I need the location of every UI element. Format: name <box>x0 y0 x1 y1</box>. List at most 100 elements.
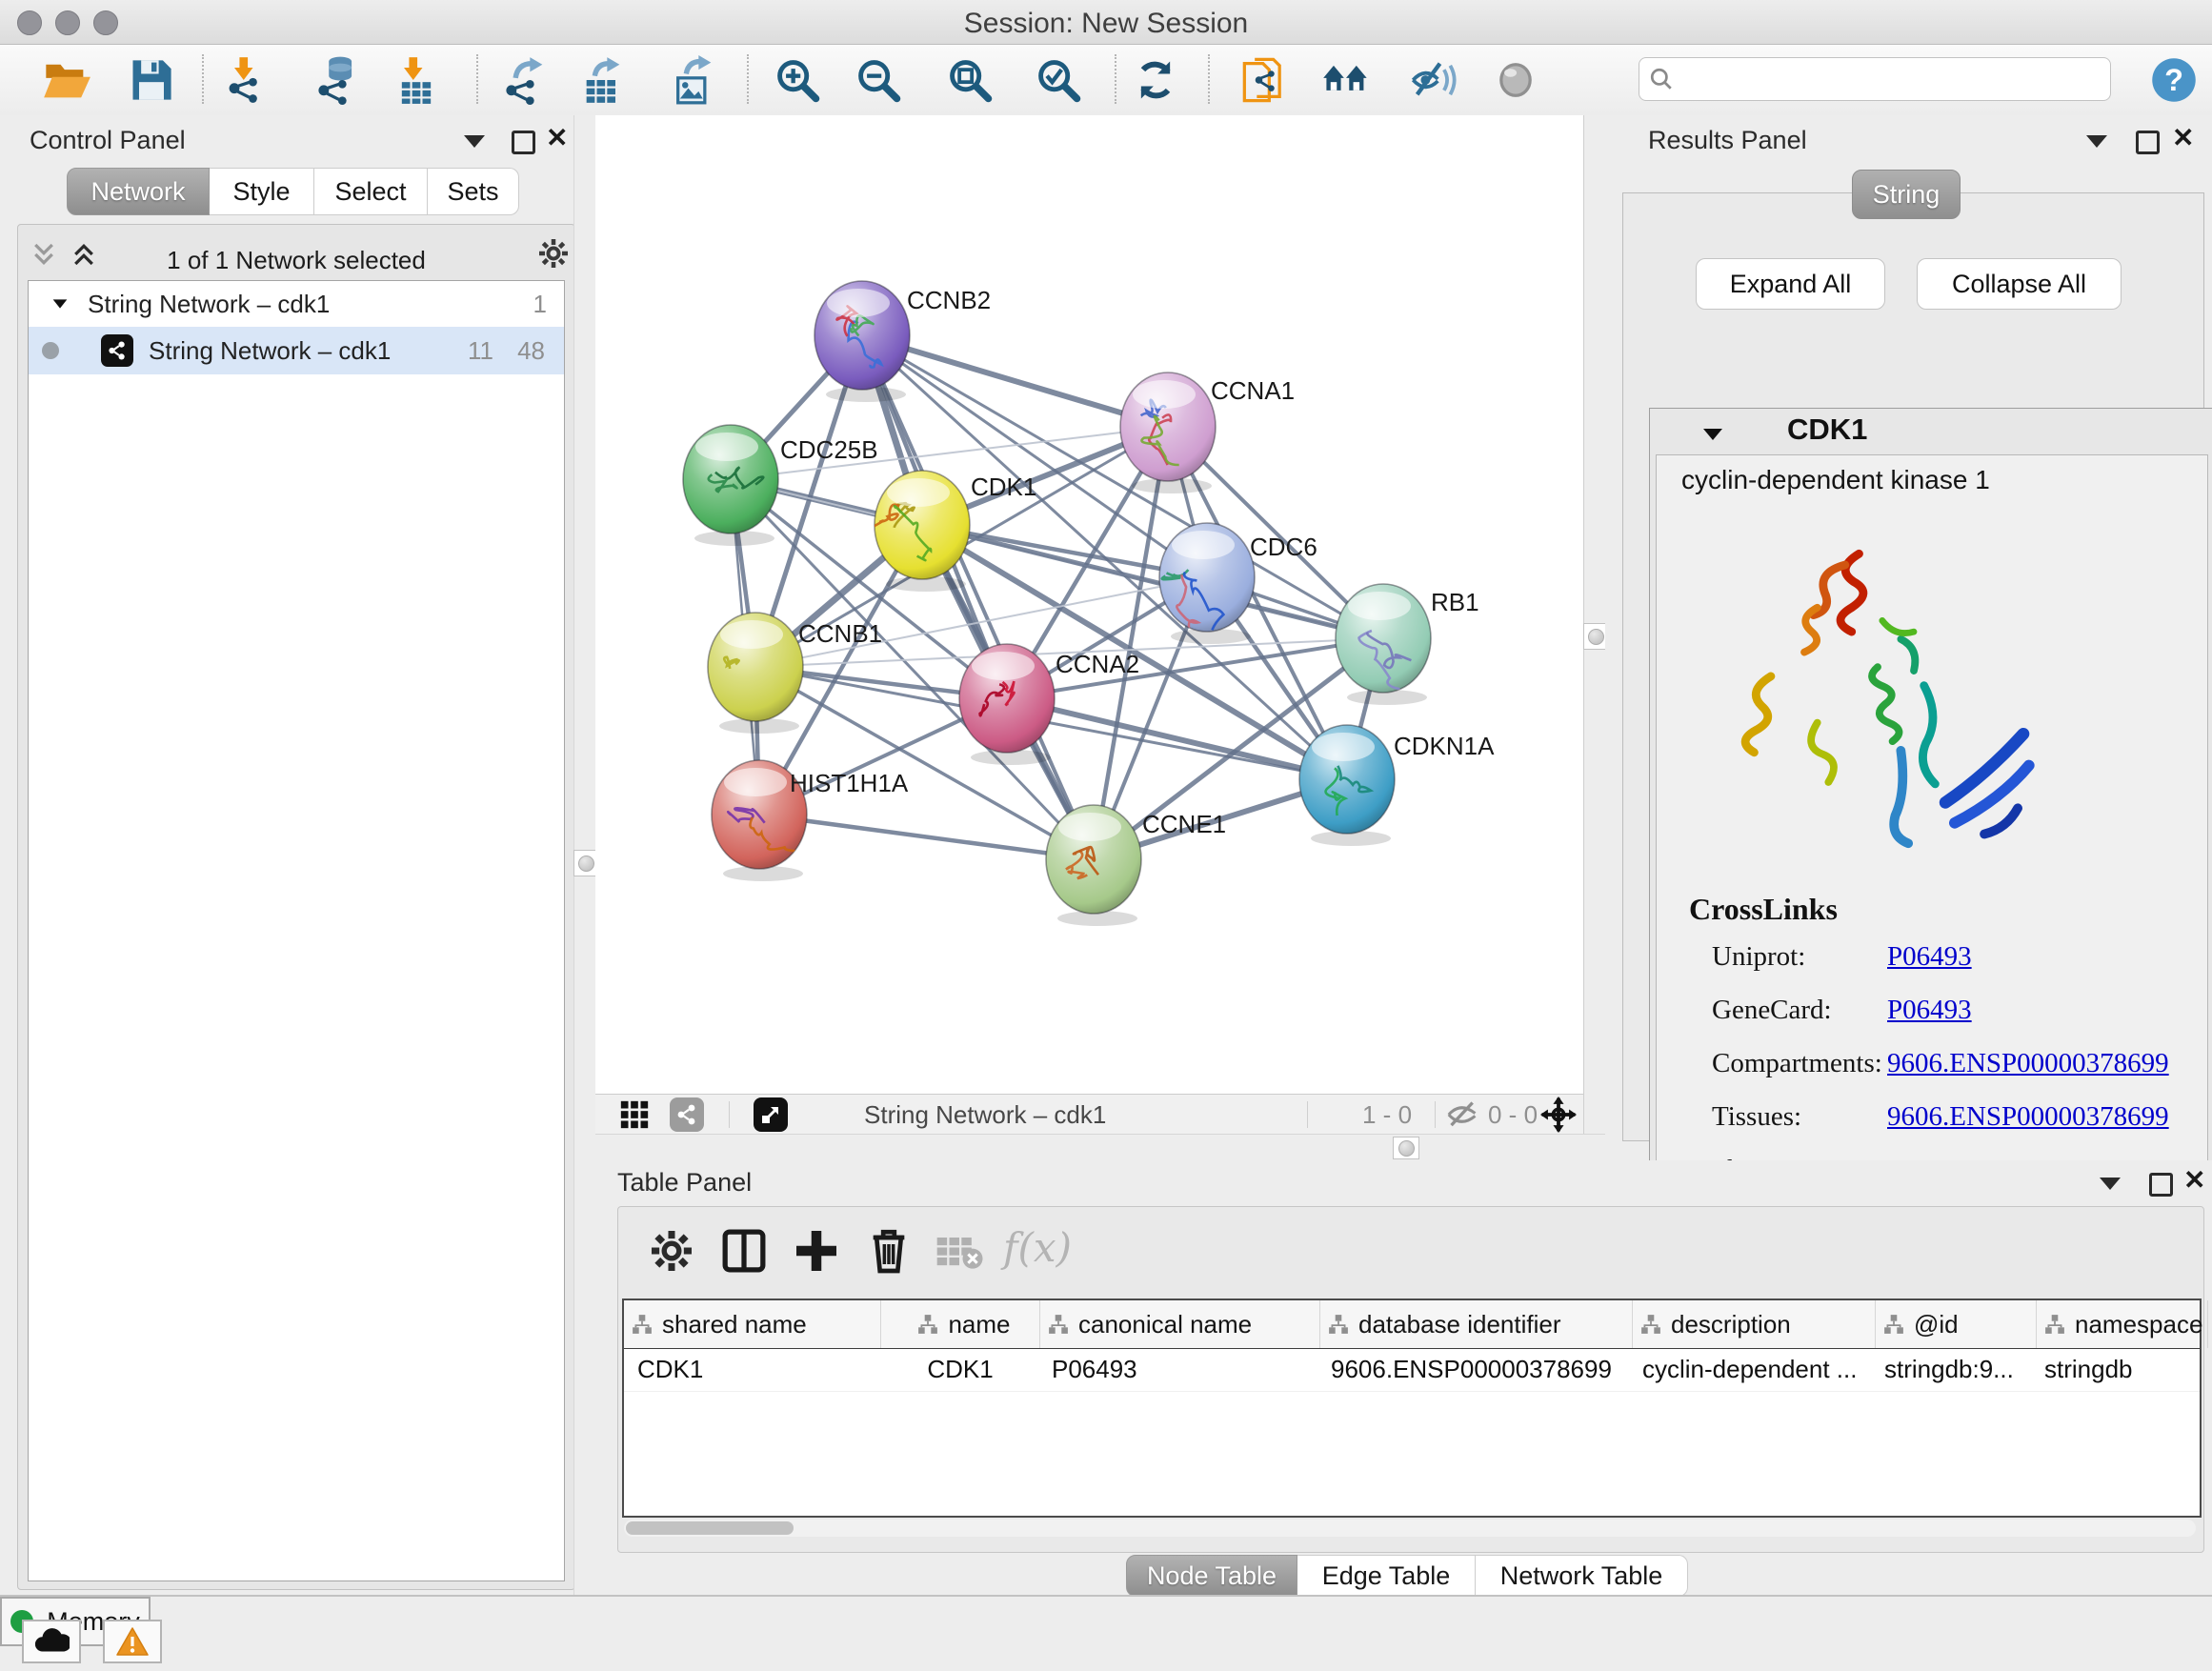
panel-menu-icon[interactable] <box>464 135 489 160</box>
horizontal-scrollbar[interactable] <box>624 1520 2196 1537</box>
vertical-splitter[interactable] <box>573 115 597 1595</box>
import-network-from-file-icon[interactable] <box>222 54 271 106</box>
export-table-icon[interactable] <box>578 54 628 106</box>
table-cell[interactable]: stringdb:9... <box>1871 1349 2031 1391</box>
table-cell[interactable]: CDK1 <box>880 1349 1038 1391</box>
search-input[interactable] <box>1674 60 2110 98</box>
panel-menu-icon[interactable] <box>2100 1178 2124 1202</box>
column-header[interactable]: shared name <box>624 1300 881 1348</box>
add-column-icon[interactable] <box>790 1222 843 1279</box>
column-header[interactable]: canonical name <box>1040 1300 1320 1348</box>
column-header[interactable]: database identifier <box>1320 1300 1633 1348</box>
delete-column-icon[interactable] <box>862 1222 915 1279</box>
control-panel: Control Panel ✕ Network Style Select Set… <box>0 115 573 1595</box>
fit-selected-icon[interactable] <box>1540 1097 1577 1133</box>
table-settings-gear-icon[interactable] <box>645 1222 698 1279</box>
crosslink-link[interactable]: P06493 <box>1887 995 1972 1026</box>
scrollbar-thumb[interactable] <box>626 1521 794 1535</box>
node-label-CCNA1: CCNA1 <box>1211 376 1295 405</box>
node-CDC25B[interactable] <box>683 425 778 546</box>
show-columns-icon[interactable] <box>717 1222 771 1279</box>
node-CDKN1A[interactable] <box>1299 725 1395 846</box>
export-image-icon[interactable] <box>670 54 719 106</box>
crosslink-link[interactable]: 9606.ENSP00000378699 <box>1887 1048 2169 1079</box>
hide-panels-icon[interactable] <box>1409 54 1458 106</box>
panel-close-icon[interactable]: ✕ <box>546 127 571 151</box>
save-session-icon[interactable] <box>127 54 176 106</box>
node-CCNA1[interactable] <box>1120 372 1216 493</box>
tab-sets[interactable]: Sets <box>428 168 519 215</box>
import-table-from-file-icon[interactable] <box>392 54 441 106</box>
crosslink-link[interactable]: P06493 <box>1887 941 1972 973</box>
section-collapse-icon[interactable] <box>1701 424 1724 445</box>
column-header[interactable]: namespace <box>2037 1300 2208 1348</box>
table-cell[interactable]: CDK1 <box>624 1349 880 1391</box>
open-session-icon[interactable] <box>42 54 91 106</box>
svg-text:?: ? <box>2164 63 2183 97</box>
panel-float-icon[interactable] <box>512 131 536 155</box>
node-RB1[interactable] <box>1336 584 1431 705</box>
refresh-icon[interactable] <box>1131 54 1180 106</box>
zoom-out-icon[interactable] <box>854 54 903 106</box>
network-document-icon[interactable] <box>1240 54 1290 106</box>
vertical-splitter[interactable] <box>1583 115 1607 1140</box>
tab-string[interactable]: String <box>1852 170 1961 219</box>
table-cell[interactable]: cyclin-dependent ... <box>1629 1349 1871 1391</box>
network-collection-row[interactable]: String Network – cdk1 1 <box>29 281 564 327</box>
grid-view-icon[interactable] <box>618 1098 651 1131</box>
search-icon <box>1649 67 1674 91</box>
table-row[interactable]: CDK1CDK1P064939606.ENSP00000378699cyclin… <box>624 1349 2200 1392</box>
panel-float-icon[interactable] <box>2136 131 2161 155</box>
eye-icon[interactable] <box>1491 54 1540 106</box>
table-cell[interactable]: P06493 <box>1038 1349 1317 1391</box>
string-view-icon[interactable] <box>670 1097 704 1132</box>
help-icon[interactable]: ? <box>2149 54 2199 106</box>
window-title: Session: New Session <box>0 8 2212 40</box>
birds-eye-view-icon[interactable] <box>754 1097 788 1132</box>
warnings-button[interactable] <box>103 1620 162 1663</box>
edge-CCNA2-CDKN1A[interactable] <box>1007 698 1347 779</box>
panel-close-icon[interactable]: ✕ <box>2172 127 2197 151</box>
panel-float-icon[interactable] <box>2149 1173 2174 1198</box>
tab-network[interactable]: Network <box>67 168 210 215</box>
node-CCNA2[interactable] <box>959 644 1055 765</box>
column-header[interactable]: name <box>881 1300 1040 1348</box>
cloud-button[interactable] <box>22 1620 81 1663</box>
crosslink-link[interactable]: 9606.ENSP00000378699 <box>1887 1101 2169 1133</box>
tab-select[interactable]: Select <box>314 168 428 215</box>
network-canvas[interactable]: CCNB2CCNA1CDC25BCDK1CDC6RB1CCNB1CCNA2CDK… <box>595 115 1583 1094</box>
node-CCNB1[interactable] <box>708 613 803 734</box>
tab-style[interactable]: Style <box>210 168 314 215</box>
tree-expander-icon[interactable] <box>50 293 70 314</box>
edge-HIST1H1A-CCNE1[interactable] <box>759 815 1094 859</box>
node-CCNB2[interactable] <box>814 281 910 402</box>
function-builder-icon[interactable]: f(x) <box>1003 1224 1072 1271</box>
import-network-from-database-icon[interactable] <box>313 54 363 106</box>
export-network-icon[interactable] <box>501 54 551 106</box>
tab-network-table[interactable]: Network Table <box>1476 1555 1688 1597</box>
hidden-eye-icon[interactable] <box>1446 1099 1480 1130</box>
zoom-in-icon[interactable] <box>773 54 822 106</box>
zoom-fit-icon[interactable] <box>945 54 995 106</box>
table-cell[interactable]: stringdb <box>2031 1349 2202 1391</box>
protein-structure-image <box>1701 528 2054 890</box>
splitter-handle[interactable] <box>1393 1137 1419 1159</box>
collapse-all-button[interactable]: Collapse All <box>1917 258 2122 310</box>
gear-icon[interactable] <box>536 236 571 271</box>
network-row-selected[interactable]: String Network – cdk1 11 48 <box>29 327 564 374</box>
attribute-tree-icon <box>2044 1314 2065 1335</box>
delete-table-icon[interactable] <box>933 1222 986 1279</box>
table-panel-title: Table Panel <box>617 1168 752 1198</box>
search-field[interactable] <box>1639 57 2111 101</box>
tab-edge-table[interactable]: Edge Table <box>1297 1555 1476 1597</box>
node-CCNE1[interactable] <box>1046 805 1141 926</box>
tab-node-table[interactable]: Node Table <box>1126 1555 1297 1597</box>
panel-close-icon[interactable]: ✕ <box>2183 1169 2208 1194</box>
column-header[interactable]: description <box>1633 1300 1876 1348</box>
expand-all-button[interactable]: Expand All <box>1696 258 1885 310</box>
homes-icon[interactable] <box>1321 54 1371 106</box>
table-cell[interactable]: 9606.ENSP00000378699 <box>1317 1349 1629 1391</box>
column-header[interactable]: @id <box>1876 1300 2037 1348</box>
zoom-selected-icon[interactable] <box>1034 54 1083 106</box>
panel-menu-icon[interactable] <box>2086 135 2111 160</box>
